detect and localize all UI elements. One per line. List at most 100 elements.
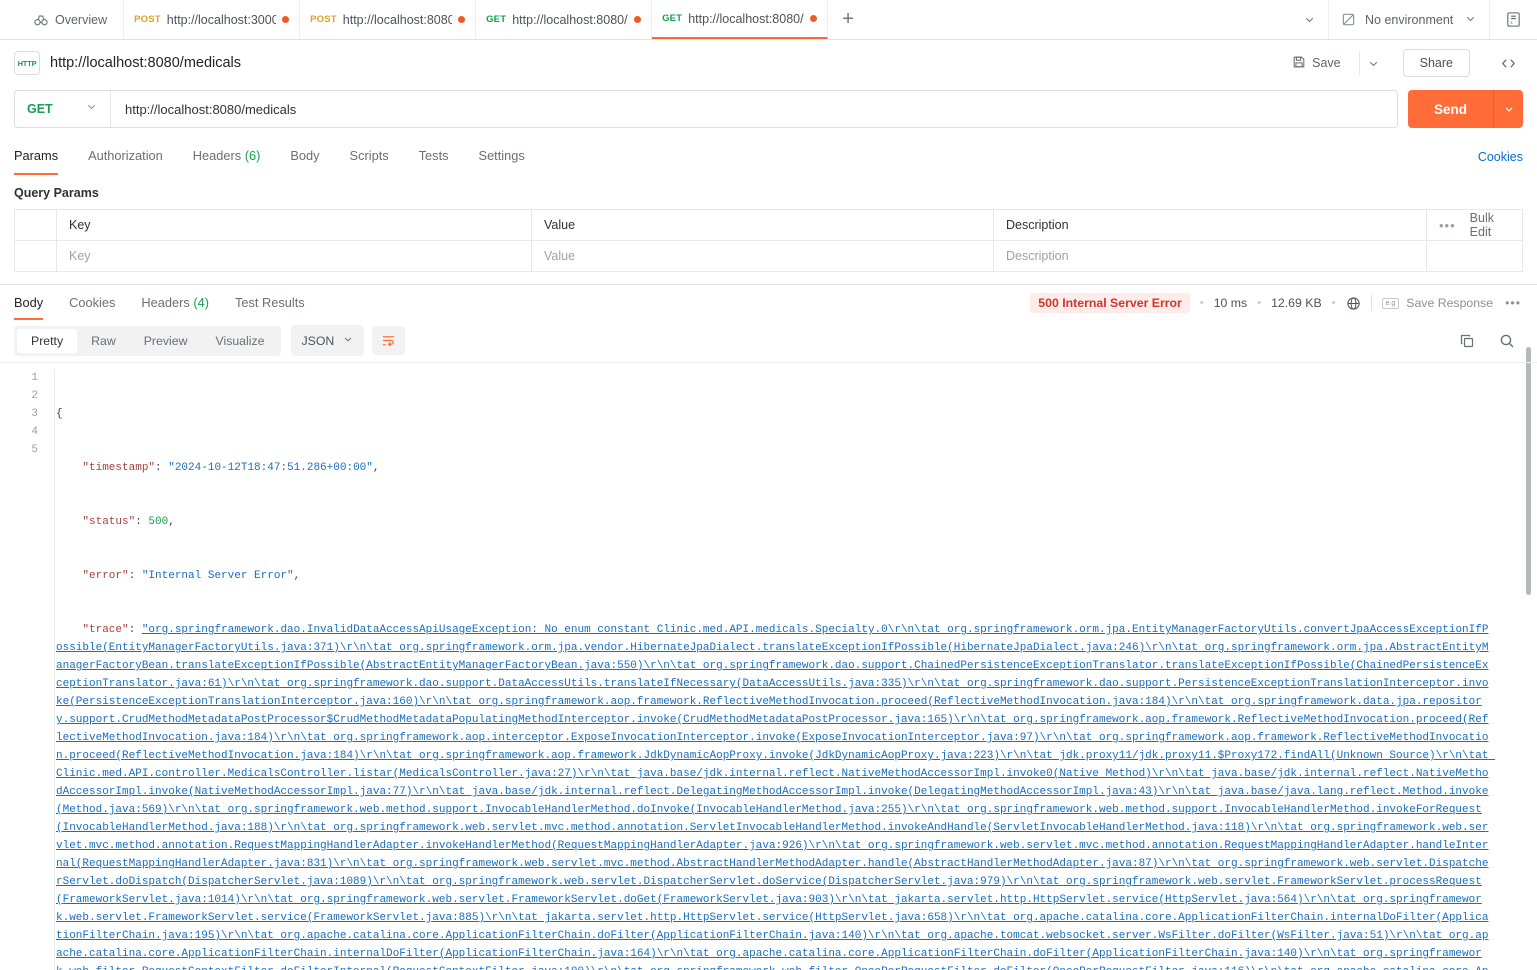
request-tab-1-unsaved-dot [282,16,290,23]
row-actions-cell [1426,240,1523,272]
cookies-link[interactable]: Cookies [1478,150,1523,164]
bulk-edit-button[interactable]: Bulk Edit [1470,211,1510,239]
environment-name: No environment [1365,12,1454,27]
request-tab-2-url: http://localhost:8080/n [342,12,453,27]
tab-bar: Overview POST http://localhost:3000/a PO… [0,0,1537,40]
table-row: Key Value Description [14,240,1523,272]
request-tab-3[interactable]: GET http://localhost:8080/nu [476,0,653,39]
response-format-select[interactable]: JSON [291,325,365,356]
tab-authorization-label: Authorization [88,148,163,163]
json-key-error: "error" [82,570,129,582]
request-title[interactable]: http://localhost:8080/medicals [50,55,241,71]
column-header-key: Key [56,209,532,241]
request-tab-2[interactable]: POST http://localhost:8080/n [300,0,477,39]
request-header: HTTP http://localhost:8080/medicals Save… [0,40,1537,86]
response-tab-cookies[interactable]: Cookies [69,286,115,320]
response-view-controls: Pretty Raw Preview Visualize JSON [0,321,1537,362]
json-open-brace: { [56,408,63,420]
url-bar: GET [14,90,1398,128]
query-params-section: Query Params Key Value Description ••• B… [0,175,1537,451]
request-tab-2-method: POST [310,14,337,25]
row-checkbox-cell[interactable] [14,240,57,272]
tab-bar-spacer [868,0,1291,39]
wrap-lines-icon[interactable] [372,326,406,355]
json-line-3: "status": 500, [82,516,175,528]
tab-bar-left-pad [0,0,24,39]
send-button-group: Send [1407,90,1523,128]
query-params-table: Key Value Description ••• Bulk Edit Key … [14,209,1523,272]
row-description-input[interactable]: Description [993,240,1427,272]
json-line-5: "trace": "org.springframework.dao.Invali… [56,621,1491,970]
tab-authorization[interactable]: Authorization [88,138,163,175]
table-header-row: Key Value Description ••• Bulk Edit [14,209,1523,241]
line-number: 3 [31,408,38,420]
globe-icon[interactable] [1346,296,1361,311]
search-icon[interactable] [1491,329,1523,353]
json-line-4: "error": "Internal Server Error", [82,570,301,582]
tab-params[interactable]: Params [14,138,59,175]
request-tab-4[interactable]: GET http://localhost:8080/m [652,0,829,39]
response-tab-body-label: Body [14,295,44,310]
response-more-actions-icon[interactable]: ••• [1503,296,1523,310]
request-tab-1-url: http://localhost:3000/a [166,12,277,27]
json-content[interactable]: { "timestamp": "2024-10-12T18:47:51.286+… [46,363,1537,970]
tab-overview[interactable]: Overview [24,0,125,39]
url-input[interactable] [111,91,1397,127]
request-tab-1[interactable]: POST http://localhost:3000/a [124,0,301,39]
save-button[interactable]: Save [1284,50,1349,77]
view-mode-preview[interactable]: Preview [130,329,202,353]
json-key-status: "status" [82,516,136,528]
json-line-1: { [56,405,1491,423]
send-button[interactable]: Send [1407,90,1493,128]
tab-settings[interactable]: Settings [479,138,525,175]
url-bar-row: GET Send [0,86,1537,138]
send-options-chevron-down-icon[interactable] [1493,90,1523,128]
http-method-select[interactable]: GET [15,91,111,127]
code-snippet-icon[interactable] [1494,50,1523,77]
row-value-input[interactable]: Value [531,240,994,272]
tab-list-chevron-down-icon[interactable] [1291,0,1329,39]
request-tab-1-method: POST [134,14,161,25]
json-value-status: 500 [148,516,169,528]
line-number: 1 [31,372,38,384]
more-actions-icon[interactable]: ••• [1439,218,1456,233]
tab-headers-count: (6) [244,148,261,163]
response-tab-test-results[interactable]: Test Results [235,286,305,320]
view-mode-visualize[interactable]: Visualize [201,329,278,353]
response-tab-body[interactable]: Body [14,286,44,320]
meta-separator-1: • [1199,297,1204,309]
copy-icon[interactable] [1451,329,1483,353]
http-protocol-icon: HTTP [14,51,40,75]
no-environment-icon [1341,12,1356,27]
environment-quick-look-icon[interactable]: x [1489,0,1537,39]
example-icon: e.g [1381,297,1400,309]
meta-divider [1370,295,1372,311]
tab-body[interactable]: Body [290,138,319,175]
tab-tests[interactable]: Tests [419,138,449,175]
row-key-input[interactable]: Key [56,240,532,272]
view-mode-pretty[interactable]: Pretty [17,328,78,353]
status-badge: 500 Internal Server Error [1030,293,1190,313]
format-chevron-down-icon [342,333,354,348]
select-all-checkbox-cell[interactable] [14,209,57,241]
json-key-trace: "trace" [82,624,129,636]
save-options-chevron-down-icon[interactable] [1358,51,1387,75]
save-response-button[interactable]: e.g Save Response [1381,296,1494,310]
view-mode-segmented-control: Pretty Raw Preview Visualize [14,325,282,356]
floppy-disk-icon [1292,55,1306,72]
line-number: 2 [31,390,38,402]
tab-headers[interactable]: Headers (6) [193,138,261,175]
new-tab-button[interactable]: + [828,0,868,39]
environment-selector[interactable]: No environment [1329,0,1489,39]
tab-scripts[interactable]: Scripts [350,138,389,175]
response-tab-headers[interactable]: Headers (4) [141,286,209,320]
column-header-description: Description [993,209,1427,241]
response-scrollbar[interactable] [1526,365,1531,595]
response-size: 12.69 KB [1271,296,1322,310]
response-body-editor[interactable]: 1 2 3 4 5 { "timestamp": "2024-10-12T18:… [0,362,1537,970]
save-response-label: Save Response [1406,296,1494,310]
binoculars-icon [34,13,48,27]
column-header-value: Value [531,209,994,241]
view-mode-raw[interactable]: Raw [77,329,130,353]
share-button[interactable]: Share [1402,49,1470,77]
